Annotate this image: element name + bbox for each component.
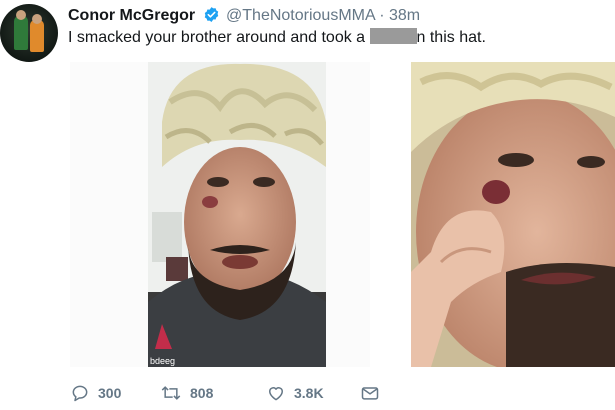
tweet-actions: 300 808 3.8K (70, 382, 400, 404)
tweet-text-part: I smacked your brother around and took a (68, 29, 370, 46)
retweet-button[interactable]: 808 (160, 382, 213, 404)
tweet-photo-1[interactable]: bdeeg (70, 62, 370, 367)
tweet-timestamp[interactable]: 38m (389, 7, 420, 24)
avatar-figure (30, 20, 44, 52)
separator-dot: · (379, 7, 385, 24)
avatar-figure (32, 14, 42, 24)
reply-button[interactable]: 300 (70, 382, 121, 404)
retweet-count: 808 (190, 385, 214, 401)
censor-block (369, 28, 417, 44)
tweet-photo-2[interactable] (411, 62, 615, 367)
tweet-header: Conor McGregor @TheNotoriousMMA · 38m (68, 6, 420, 28)
avatar[interactable] (0, 4, 58, 62)
envelope-icon (361, 387, 379, 400)
reply-count: 300 (98, 385, 122, 401)
like-button[interactable]: 3.8K (266, 382, 324, 404)
tweet-text-part: n this hat. (416, 29, 486, 46)
avatar-figure (14, 16, 28, 50)
heart-icon (269, 387, 283, 401)
author-name[interactable]: Conor McGregor (68, 7, 195, 24)
like-count: 3.8K (294, 385, 324, 401)
avatar-figure (16, 10, 26, 20)
author-handle[interactable]: @TheNotoriousMMA (226, 7, 375, 24)
retweet-arrows-icon (161, 386, 181, 400)
direct-message-button[interactable] (360, 382, 388, 404)
verified-badge-icon (203, 6, 220, 28)
tweet-text: I smacked your brother around and took a… (68, 28, 486, 48)
speech-bubble-icon (72, 385, 88, 402)
photo-watermark: bdeeg (150, 356, 175, 366)
